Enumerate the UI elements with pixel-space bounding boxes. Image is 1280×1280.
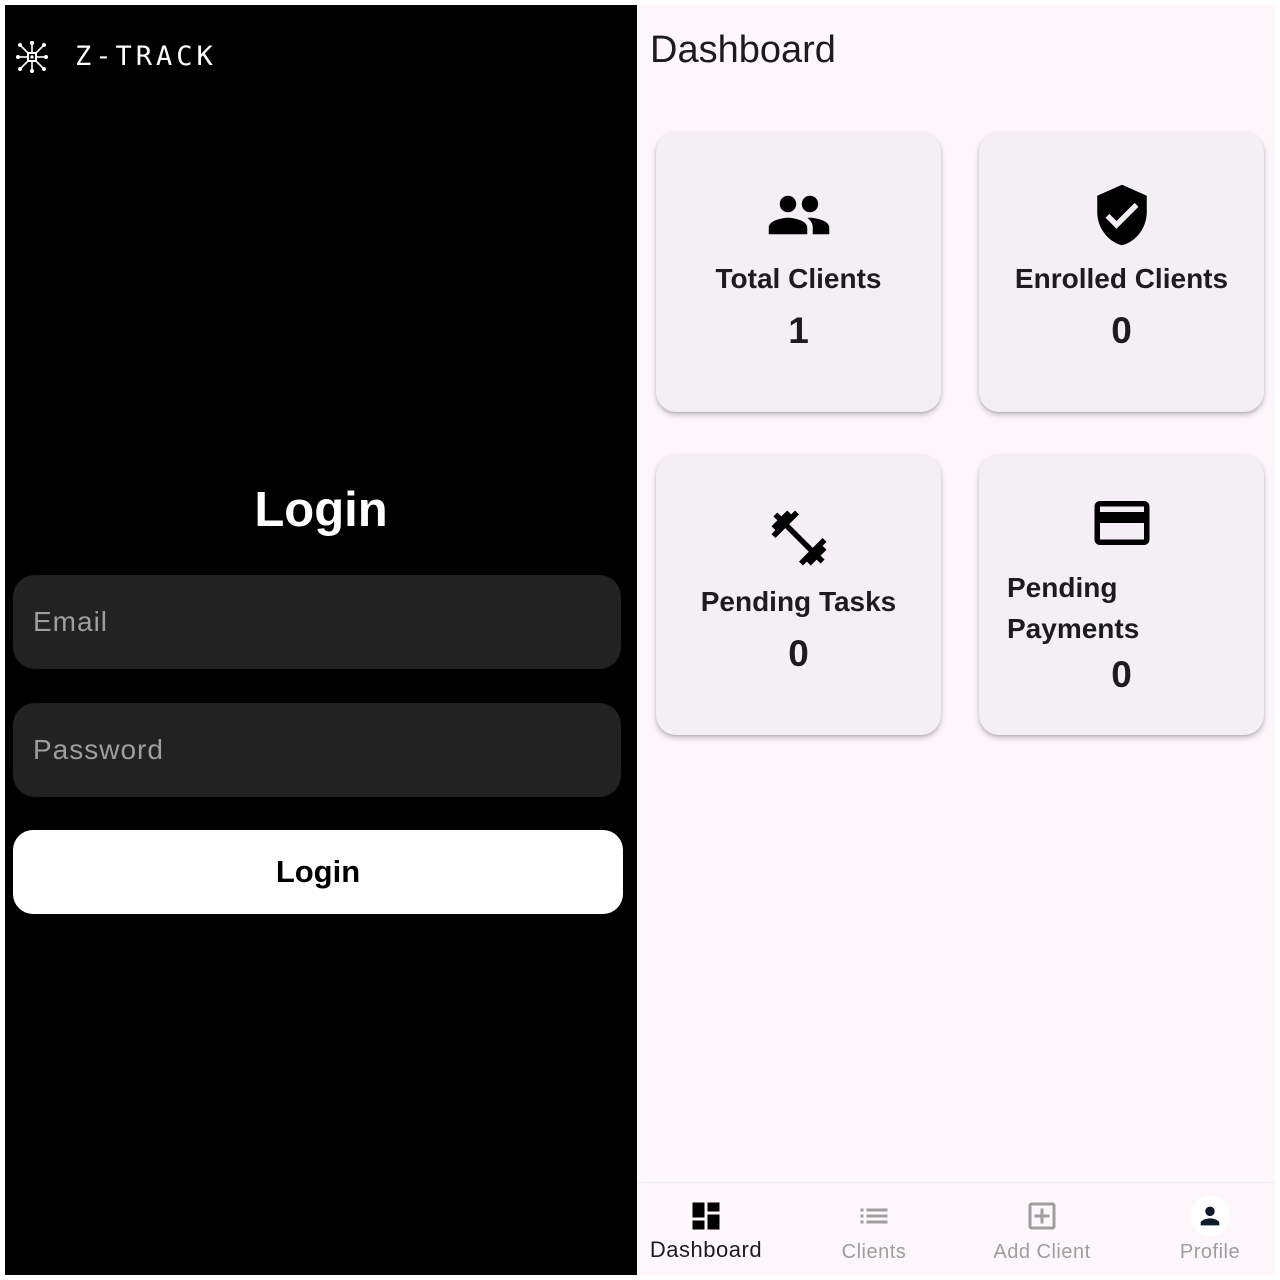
people-icon [766,182,832,248]
total-clients-card[interactable]: Total Clients 1 [656,132,941,412]
verified-shield-icon [1089,182,1155,248]
brand-name: Z-TRACK [75,41,217,72]
login-screen: Z-TRACK Login Login [5,5,637,1275]
email-field[interactable] [13,575,621,669]
dumbbell-icon [766,505,832,571]
chip-network-logo-icon [15,40,49,74]
login-title: Login [254,483,388,537]
pending-tasks-card[interactable]: Pending Tasks 0 [656,455,941,735]
brand-header: Z-TRACK [15,35,217,79]
card-value: 0 [788,633,809,674]
nav-item-profile[interactable]: Profile [1135,1183,1275,1275]
dashboard-icon [688,1198,724,1234]
card-label: Total Clients [715,263,882,294]
card-label: Enrolled Clients [1014,263,1229,294]
nav-item-add-client[interactable]: Add Client [967,1183,1117,1275]
bottom-navigation: Dashboard Clients Add Client Profile [637,1182,1275,1275]
nav-item-clients[interactable]: Clients [799,1183,949,1275]
nav-label: Dashboard [649,1237,763,1262]
list-icon [856,1198,892,1234]
nav-label: Clients [841,1241,907,1263]
login-button[interactable]: Login [13,830,623,914]
nav-item-dashboard[interactable]: Dashboard [637,1183,781,1275]
card-value: 0 [1111,310,1132,351]
dashboard-screen: Dashboard Total Clients 1 Enrolled Clien… [637,5,1275,1275]
nav-label: Add Client [993,1241,1091,1263]
person-icon [1190,1196,1230,1236]
add-box-icon [1024,1198,1060,1234]
nav-label: Profile [1179,1241,1241,1263]
card-label: Pending Tasks [700,586,897,617]
pending-payments-card[interactable]: Pending Payments 0 [979,455,1264,735]
credit-card-icon [1089,490,1155,556]
card-value: 0 [1111,654,1132,695]
password-field[interactable] [13,703,621,797]
enrolled-clients-card[interactable]: Enrolled Clients 0 [979,132,1264,412]
page-title: Dashboard [650,29,836,71]
card-label: Pending Payments [1007,572,1140,644]
card-value: 1 [788,310,809,351]
